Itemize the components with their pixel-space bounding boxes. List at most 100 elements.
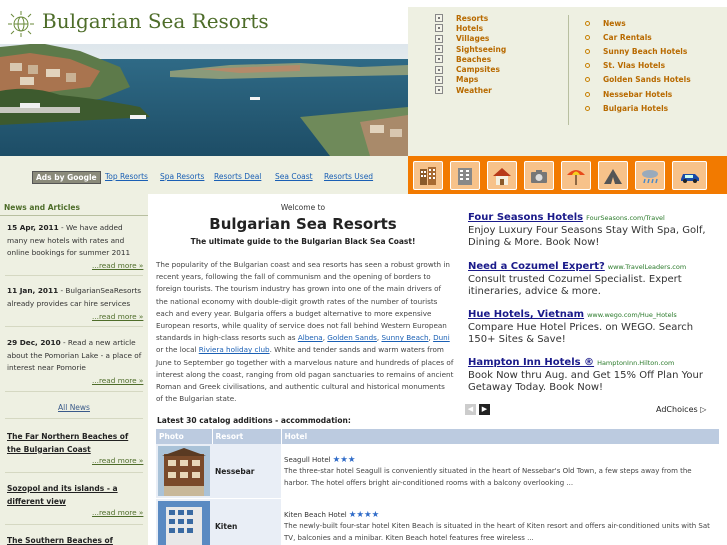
nav-label[interactable]: Car Rentals <box>603 33 652 42</box>
nav-label[interactable]: News <box>603 19 626 28</box>
star-rating: ★★★★ <box>348 509 380 520</box>
nav-label[interactable]: Hotels <box>456 24 483 33</box>
hotel-description: The three-star hotel Seagull is convenie… <box>284 467 692 487</box>
nav-label[interactable]: St. Vlas Hotels <box>603 61 665 70</box>
nav-label[interactable]: Sightseeing <box>456 45 506 54</box>
link-albena[interactable]: Albena <box>298 333 323 342</box>
tent-icon[interactable] <box>598 161 628 190</box>
circle-bullet-icon <box>585 105 590 111</box>
all-news-link[interactable]: All News <box>0 403 148 412</box>
divider <box>5 391 143 392</box>
ad-unit[interactable]: Hue Hotels, Vietnam www.wego.com/Hue_Hote… <box>468 309 720 346</box>
nav-item-villages[interactable]: Villages <box>435 34 506 44</box>
nav-item-resorts[interactable]: Resorts <box>435 13 506 23</box>
nav-item-hotels[interactable]: Hotels <box>435 23 506 33</box>
ad-url[interactable]: FourSeasons.com/Travel <box>586 214 665 222</box>
news-date: 11 Jan, 2011 <box>7 286 59 295</box>
nav-item-weather[interactable]: Weather <box>435 85 506 95</box>
weather-icon[interactable] <box>635 161 665 190</box>
nav-label[interactable]: Weather <box>456 86 492 95</box>
hotel-cell: Kiten Beach Hotel ★★★★ The newly-built fo… <box>281 498 720 545</box>
ad-next-button[interactable]: ▶ <box>479 404 490 415</box>
article-title-link[interactable]: The Southern Beaches of <box>7 535 143 545</box>
page-title: Bulgarian Sea Resorts <box>209 215 397 233</box>
hotel-name-link[interactable]: Kiten Beach Hotel <box>284 511 347 519</box>
ad-prev-button[interactable]: ◀ <box>465 404 476 415</box>
table-header-row: Photo Resort Hotel <box>156 429 720 444</box>
ad-url[interactable]: www.wego.com/Hue_Hotels <box>587 311 677 319</box>
car-icon[interactable] <box>672 161 707 190</box>
ad-url[interactable]: www.TravelLeaders.com <box>608 263 686 271</box>
table-row: Kiten Kiten Beach Hotel ★★★★ The newly-bu… <box>156 498 720 545</box>
hotel-building-icon[interactable] <box>413 161 443 190</box>
ad-unit[interactable]: Hampton Inn Hotels ® HamptonInn.Hilton.co… <box>468 357 720 394</box>
hotel-photo[interactable] <box>158 501 210 545</box>
ad-url[interactable]: HamptonInn.Hilton.com <box>597 359 674 367</box>
nav-item-news[interactable]: News <box>585 16 691 30</box>
ad-link-resorts-used[interactable]: Resorts Used <box>324 172 373 181</box>
welcome-text: Welcome to <box>280 203 326 212</box>
link-golden-sands[interactable]: Golden Sands <box>327 333 377 342</box>
news-item: 11 Jan, 2011 - BulgarianSeaResorts alrea… <box>7 285 143 310</box>
nav-label[interactable]: Campsites <box>456 65 500 74</box>
ad-link-resorts-deal[interactable]: Resorts Deal <box>214 172 261 181</box>
site-logo-text[interactable]: Bulgarian Sea Resorts <box>42 9 269 33</box>
nav-item-campsites[interactable]: Campsites <box>435 64 506 74</box>
camera-icon[interactable] <box>524 161 554 190</box>
resort-cell[interactable]: Nessebar <box>212 444 281 499</box>
read-more-link[interactable]: ...read more » <box>92 376 143 385</box>
article-title-link[interactable]: Sozopol and its islands - a different vi… <box>7 483 143 508</box>
ad-link-spa-resorts[interactable]: Spa Resorts <box>160 172 204 181</box>
nav-item-sightseeing[interactable]: Sightseeing <box>435 44 506 54</box>
link-sunny-beach[interactable]: Sunny Beach <box>381 333 428 342</box>
house-icon[interactable] <box>487 161 517 190</box>
resort-cell[interactable]: Kiten <box>212 498 281 545</box>
hotel-description: The newly-built four-star hotel Kiten Be… <box>284 522 710 542</box>
nav-label[interactable]: Villages <box>456 34 489 43</box>
nav-label[interactable]: Resorts <box>456 14 488 23</box>
nav-item-golden-sands-hotels[interactable]: Golden Sands Hotels <box>585 73 691 87</box>
read-more-link[interactable]: ...read more » <box>92 261 143 270</box>
ad-title[interactable]: Hampton Inn Hotels ® <box>468 357 594 368</box>
nav-item-beaches[interactable]: Beaches <box>435 54 506 64</box>
divider <box>5 524 143 525</box>
circle-bullet-icon <box>585 20 590 26</box>
link-duni[interactable]: Duni <box>433 333 450 342</box>
ad-title[interactable]: Hue Hotels, Vietnam <box>468 309 584 320</box>
nav-label[interactable]: Bulgaria Hotels <box>603 104 668 113</box>
read-more-link[interactable]: ...read more » <box>92 312 143 321</box>
nav-item-sunny-beach-hotels[interactable]: Sunny Beach Hotels <box>585 44 691 58</box>
nav-item-st-vlas-hotels[interactable]: St. Vlas Hotels <box>585 59 691 73</box>
ad-title[interactable]: Need a Cozumel Expert? <box>468 261 605 272</box>
column-header-hotel: Hotel <box>281 429 720 444</box>
nav-label[interactable]: Nessebar Hotels <box>603 90 672 99</box>
ad-link-sea-coast[interactable]: Sea Coast <box>275 172 313 181</box>
ad-title[interactable]: Four Seasons Hotels <box>468 212 583 223</box>
nav-label[interactable]: Maps <box>456 75 478 84</box>
divider <box>5 326 143 327</box>
ad-link-top-resorts[interactable]: Top Resorts <box>105 172 148 181</box>
nav-item-bulgaria-hotels[interactable]: Bulgaria Hotels <box>585 101 691 115</box>
nav-label[interactable]: Beaches <box>456 55 491 64</box>
square-bullet-icon <box>435 45 443 54</box>
link-riviera[interactable]: Riviera holiday club <box>199 345 270 354</box>
article-title-link[interactable]: The Far Northern Beaches of the Bulgaria… <box>7 431 143 456</box>
nav-label[interactable]: Sunny Beach Hotels <box>603 47 687 56</box>
nav-label[interactable]: Golden Sands Hotels <box>603 75 691 84</box>
news-sidebar: News and Articles 15 Apr, 2011 - We have… <box>0 194 148 545</box>
divider <box>5 472 143 473</box>
nav-item-nessebar-hotels[interactable]: Nessebar Hotels <box>585 87 691 101</box>
apartment-icon[interactable] <box>450 161 480 190</box>
nav-item-maps[interactable]: Maps <box>435 75 506 85</box>
intro-paragraph: The popularity of the Bulgarian coast an… <box>156 259 454 405</box>
nav-item-car-rentals[interactable]: Car Rentals <box>585 30 691 44</box>
hotel-name-link[interactable]: Seagull Hotel <box>284 456 331 464</box>
read-more-link[interactable]: ...read more » <box>92 508 143 517</box>
hotel-photo[interactable] <box>158 446 210 496</box>
ad-unit[interactable]: Need a Cozumel Expert? www.TravelLeaders.… <box>468 261 720 298</box>
adchoices-link[interactable]: AdChoices ▷ <box>656 405 706 414</box>
ads-by-google-badge[interactable]: Ads by Google <box>32 171 101 184</box>
beach-umbrella-icon[interactable] <box>561 161 591 190</box>
ad-unit[interactable]: Four Seasons Hotels FourSeasons.com/Trave… <box>468 212 720 249</box>
read-more-link[interactable]: ...read more » <box>92 456 143 465</box>
